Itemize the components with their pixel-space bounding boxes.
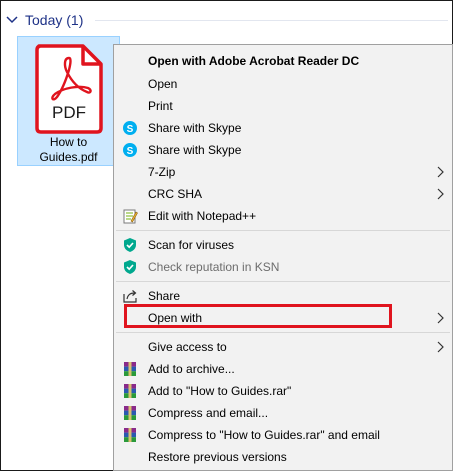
menu-item-label: Add to archive...	[148, 362, 235, 376]
chevron-right-icon	[437, 188, 444, 200]
menu-item-label: Open with Adobe Acrobat Reader DC	[148, 54, 360, 68]
menu-item-label: Scan for viruses	[148, 238, 235, 252]
pdf-file-icon: PDF	[35, 44, 103, 134]
menu-item-label: Print	[148, 99, 173, 113]
menu-item-scan-viruses[interactable]: Scan for viruses	[114, 234, 452, 256]
notepadpp-icon	[123, 209, 138, 224]
menu-item-compress-email[interactable]: Compress and email...	[114, 402, 452, 424]
shield-icon	[124, 260, 136, 274]
menu-separator	[116, 332, 450, 333]
chevron-right-icon	[437, 166, 444, 178]
share-icon	[123, 290, 137, 303]
menu-item-restore-versions[interactable]: Restore previous versions	[114, 446, 452, 468]
chevron-right-icon	[437, 341, 444, 353]
menu-item-7zip[interactable]: 7-Zip	[114, 161, 452, 183]
group-divider	[95, 20, 448, 21]
skype-icon: S	[123, 121, 137, 135]
menu-item-label: Give access to	[148, 340, 227, 354]
menu-item-add-to-archive[interactable]: Add to archive...	[114, 358, 452, 380]
file-name: How to Guides.pdf	[18, 135, 119, 165]
svg-text:S: S	[127, 146, 134, 157]
group-header[interactable]: Today (1)	[5, 11, 83, 29]
menu-item-label: 7-Zip	[148, 165, 176, 179]
file-item[interactable]: PDF How to Guides.pdf	[17, 36, 120, 166]
winrar-icon	[124, 428, 136, 442]
pdf-icon-label: PDF	[52, 103, 86, 122]
menu-item-print[interactable]: Print	[114, 95, 452, 117]
menu-item-label: Restore previous versions	[148, 450, 287, 464]
skype-icon: S	[123, 143, 137, 157]
menu-item-share-skype-1[interactable]: S Share with Skype	[114, 117, 452, 139]
menu-item-open-with-acrobat[interactable]: Open with Adobe Acrobat Reader DC	[114, 50, 452, 72]
menu-item-label: CRC SHA	[148, 187, 203, 201]
menu-separator	[116, 281, 450, 282]
menu-item-label: Edit with Notepad++	[148, 209, 257, 223]
menu-item-add-to-rar[interactable]: Add to "How to Guides.rar"	[114, 380, 452, 402]
chevron-right-icon	[437, 312, 444, 324]
menu-item-label: Share	[148, 289, 181, 303]
menu-item-label: Share with Skype	[148, 121, 242, 135]
chevron-down-icon[interactable]	[5, 13, 19, 27]
menu-item-crc-sha[interactable]: CRC SHA	[114, 183, 452, 205]
menu-item-label: Compress and email...	[148, 406, 269, 420]
svg-text:S: S	[127, 124, 134, 135]
context-menu: Open with Adobe Acrobat Reader DC Open P…	[113, 44, 453, 471]
menu-item-open[interactable]: Open	[114, 73, 452, 95]
menu-item-label: Open with	[148, 311, 203, 325]
menu-item-label: Open	[148, 77, 178, 91]
winrar-icon	[124, 362, 136, 376]
group-title: Today (1)	[25, 12, 84, 28]
menu-item-share-skype-2[interactable]: S Share with Skype	[114, 139, 452, 161]
winrar-icon	[124, 406, 136, 420]
menu-item-edit-notepadpp[interactable]: Edit with Notepad++	[114, 205, 452, 227]
winrar-icon	[124, 384, 136, 398]
file-name-line-1: How to	[49, 135, 88, 149]
menu-item-label: Check reputation in KSN	[148, 260, 280, 274]
menu-item-check-reputation[interactable]: Check reputation in KSN	[114, 256, 452, 278]
menu-item-give-access[interactable]: Give access to	[114, 336, 452, 358]
menu-item-label: Add to "How to Guides.rar"	[148, 384, 292, 398]
shield-icon	[124, 238, 136, 252]
menu-item-compress-to-rar-email[interactable]: Compress to "How to Guides.rar" and emai…	[114, 424, 452, 446]
menu-item-share[interactable]: Share	[114, 285, 452, 307]
menu-item-label: Compress to "How to Guides.rar" and emai…	[148, 428, 380, 442]
menu-item-open-with[interactable]: Open with	[114, 307, 452, 329]
file-name-line-2: Guides.pdf	[39, 150, 98, 164]
menu-separator	[116, 230, 450, 231]
menu-item-label: Share with Skype	[148, 143, 242, 157]
